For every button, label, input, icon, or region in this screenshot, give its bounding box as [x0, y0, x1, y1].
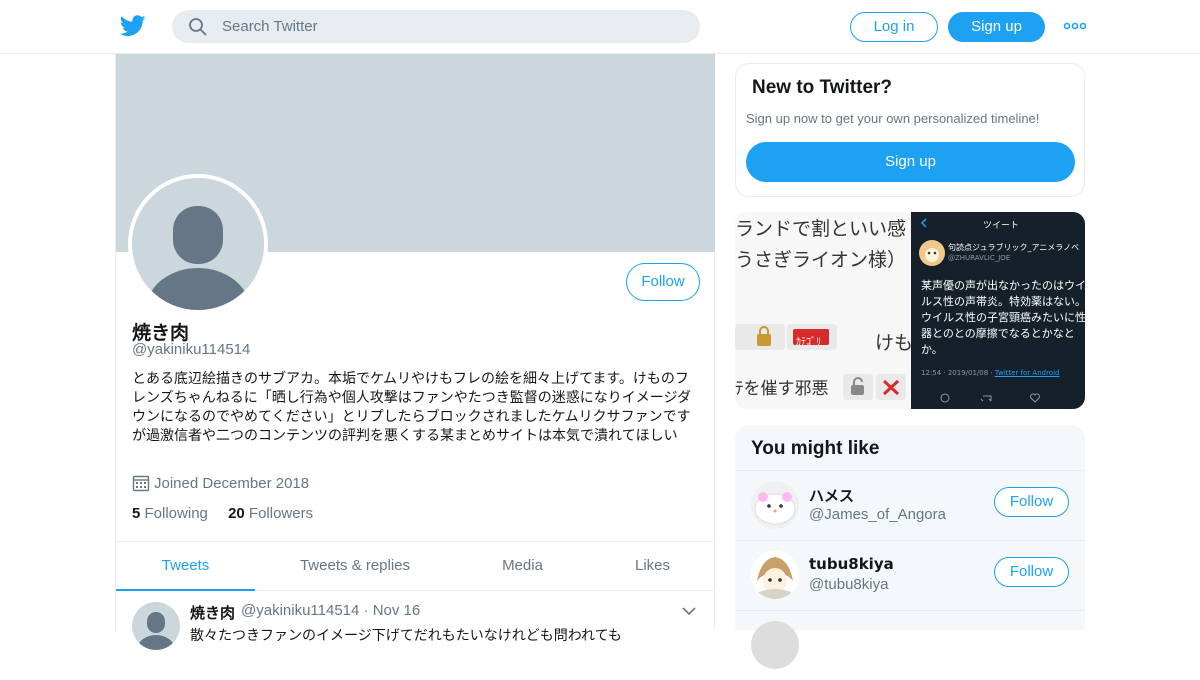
new-to-twitter-subtitle: Sign up now to get your own personalized… — [746, 111, 1040, 126]
tweet-avatar[interactable] — [132, 602, 180, 650]
you-might-like-title: You might like — [751, 438, 880, 459]
media-image-left[interactable]: ランドで割といい感 うさぎライオン様） ｶﾃｺﾞﾘ けも ﾃを催す邪悪 — [735, 212, 914, 409]
suggestion-item[interactable]: ハメス @James_of_Angora Follow — [735, 470, 1085, 540]
tab-tweets-replies[interactable]: Tweets & replies — [255, 542, 455, 591]
screenshot-source: Twitter for Android — [994, 369, 1060, 377]
followers-label[interactable]: Followers — [249, 505, 313, 522]
suggestion-avatar[interactable] — [751, 481, 799, 529]
sidebar-signup-button[interactable]: Sign up — [746, 142, 1075, 182]
tweet-actions-icon — [940, 393, 1040, 403]
search-icon — [189, 18, 207, 36]
media-text: ランドで割といい感 — [735, 218, 907, 240]
unlock-icon — [843, 374, 906, 400]
screenshot-author: 句読点ジュラブリック_アニメラノベ — [948, 243, 1080, 252]
suggestion-avatar[interactable] — [751, 551, 799, 599]
screenshot-date: 12:54 · 2019/01/08 · — [921, 369, 995, 377]
suggestion-follow-button[interactable]: Follow — [994, 487, 1069, 517]
joined-text: Joined December 2018 — [154, 475, 310, 492]
profile-avatar[interactable] — [128, 174, 268, 314]
default-avatar-icon — [132, 178, 264, 310]
suggestion-name[interactable]: tubu8kiya — [809, 555, 894, 573]
follow-button[interactable]: Follow — [626, 263, 700, 301]
media-text: うさぎライオン様） — [735, 249, 907, 271]
following-label[interactable]: Following — [145, 505, 208, 522]
followers-count[interactable]: 20 — [228, 505, 245, 522]
profile-tabs: Tweets Tweets & replies Media Likes — [116, 541, 715, 591]
joined-date: Joined December 2018 — [132, 474, 309, 492]
suggestion-handle: @James_of_Angora — [809, 506, 946, 523]
tweet-author-name[interactable]: 焼き肉 — [190, 602, 235, 623]
following-count[interactable]: 5 — [132, 505, 140, 522]
top-navigation-bar: Search Twitter Log in Sign up — [0, 0, 1200, 54]
tab-tweets[interactable]: Tweets — [116, 542, 255, 591]
new-to-twitter-title: New to Twitter? — [752, 77, 893, 98]
profile-column: Follow 焼き肉 @yakiniku114514 とある底辺絵描きのサブアカ… — [115, 54, 715, 650]
avatar — [919, 240, 945, 266]
tab-media[interactable]: Media — [455, 542, 590, 591]
profile-handle: @yakiniku114514 — [132, 341, 251, 358]
calendar-icon — [132, 475, 150, 492]
tab-likes[interactable]: Likes — [590, 542, 715, 591]
character-avatar-icon — [751, 551, 799, 599]
new-to-twitter-card: New to Twitter? Sign up now to get your … — [735, 63, 1085, 197]
signup-button[interactable]: Sign up — [948, 12, 1045, 42]
search-bar[interactable]: Search Twitter — [172, 10, 700, 43]
back-arrow-icon — [920, 218, 927, 228]
chevron-down-icon[interactable] — [682, 606, 696, 616]
suggestion-handle: @tubu8kiya — [809, 576, 889, 593]
screenshot-footer: 12:54 · 2019/01/08 · Twitter for Android — [921, 369, 1059, 377]
twitter-bird-icon[interactable] — [120, 14, 146, 38]
default-avatar-icon — [137, 612, 175, 650]
tweet-meta: @yakiniku114514 · Nov 16 — [241, 602, 421, 619]
screenshot-body: 某声優の声が出なかったのはウイルス性の声帯炎。特効薬はない。ウイルス性の子宮頸癌… — [921, 279, 1085, 356]
you-might-like-card: You might like ハメス @James_of_Angora Foll… — [735, 425, 1085, 669]
profile-stats: 5 Following 20 Followers — [132, 505, 329, 522]
tweet-item[interactable]: 焼き肉 @yakiniku114514 · Nov 16 散々たつきファンのイメ… — [116, 592, 715, 650]
media-image-right[interactable]: ツイート 句読点ジュラブリック_アニメラノベ @ZHURAVLIC_JOE 某声… — [911, 212, 1085, 409]
suggestion-item[interactable]: tubu8kiya @tubu8kiya Follow — [735, 540, 1085, 610]
more-options-icon[interactable] — [1063, 16, 1087, 36]
tweet-text: 散々たつきファンのイメージ下げてだれもたいなけれども問われても — [190, 628, 622, 644]
profile-bio: とある底辺絵描きのサブアカ。本垢でケムリやけもフレの絵を細々上げてます。けものフ… — [132, 371, 692, 444]
lock-icon — [735, 324, 837, 350]
suggestion-name[interactable]: ハメス — [809, 485, 854, 506]
media-preview[interactable]: ランドで割といい感 うさぎライオン様） ｶﾃｺﾞﾘ けも ﾃを催す邪悪 ツイート — [735, 212, 1085, 409]
category-tag: ｶﾃｺﾞﾘ — [796, 337, 821, 348]
login-button[interactable]: Log in — [850, 12, 938, 42]
media-text: ﾃを催す邪悪 — [735, 379, 829, 399]
suggestion-item[interactable] — [735, 610, 1085, 680]
suggestion-follow-button[interactable]: Follow — [994, 557, 1069, 587]
screenshot-title: ツイート — [983, 221, 1020, 231]
screenshot-handle: @ZHURAVLIC_JOE — [948, 254, 1011, 262]
search-input[interactable]: Search Twitter — [222, 18, 318, 35]
media-text: けも — [875, 332, 914, 354]
suggestion-avatar[interactable] — [751, 621, 799, 669]
hamster-avatar-icon — [751, 481, 799, 529]
